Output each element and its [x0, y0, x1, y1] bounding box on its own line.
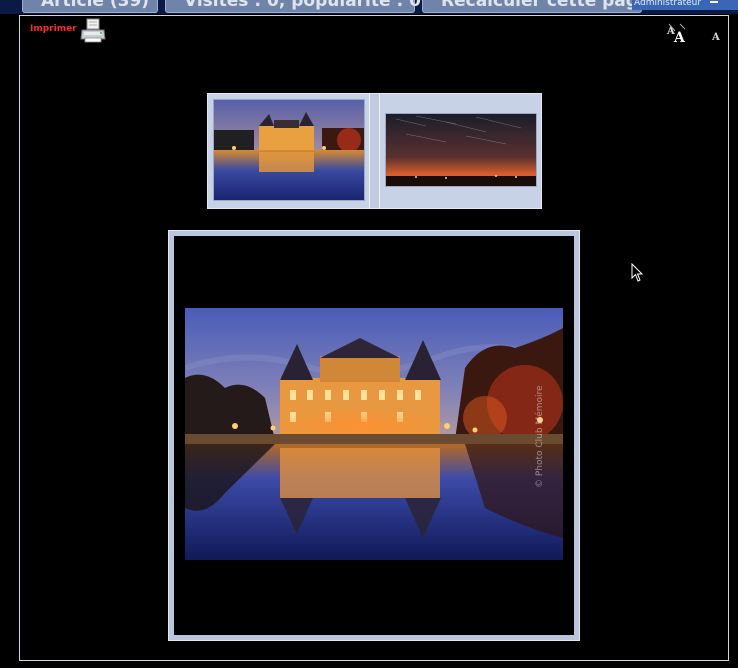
star-trails-thumbnail-image: [386, 114, 536, 186]
content-frame: Imprimer A A A © Photo Club Mémoire: [19, 15, 729, 661]
thumbnail-castle[interactable]: [213, 99, 365, 201]
thumbnail-strip: [207, 93, 542, 209]
admin-bar[interactable]: Administrateur: [632, 0, 738, 10]
main-photo[interactable]: © Photo Club Mémoire: [185, 308, 563, 560]
admin-label: Administrateur: [634, 0, 702, 8]
tab-recalculate[interactable]: Recalculer cette page: [422, 0, 649, 13]
printer-icon[interactable]: [80, 18, 106, 44]
text-size-icon[interactable]: A A: [666, 22, 688, 44]
print-link[interactable]: Imprimer: [30, 24, 77, 34]
minus-icon: [710, 1, 718, 3]
thumbnail-divider: [369, 94, 380, 208]
tab-article[interactable]: Article (39): [22, 0, 158, 13]
castle-photo-image: [185, 308, 563, 560]
tab-visits[interactable]: Visites : 0, popularité : 0: [165, 0, 421, 13]
tab-strip: Article (39) Visites : 0, popularité : 0…: [0, 0, 738, 14]
small-text-button[interactable]: A: [712, 32, 720, 43]
svg-text:A: A: [673, 30, 686, 44]
mouse-cursor-icon: [631, 263, 644, 282]
thumbnail-star-trails[interactable]: [385, 113, 537, 187]
main-image-mat: © Photo Club Mémoire: [174, 236, 574, 635]
photo-watermark: © Photo Club Mémoire: [535, 385, 545, 488]
main-image-frame: © Photo Club Mémoire: [168, 230, 580, 641]
castle-thumbnail-image: [214, 100, 364, 200]
